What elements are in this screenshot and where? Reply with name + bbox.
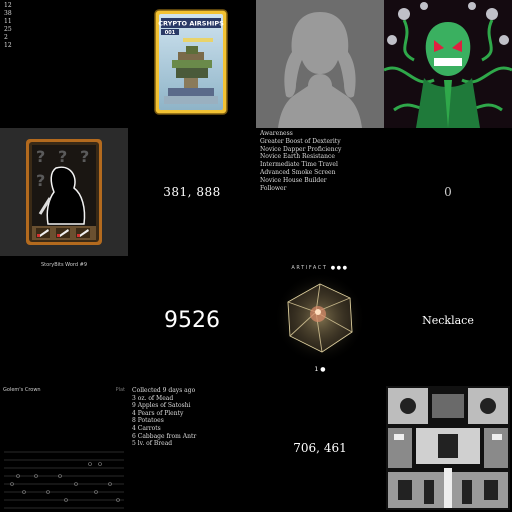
list-number: 2 <box>4 34 8 41</box>
coordinates-tile[interactable]: 706, 461 <box>256 384 384 512</box>
creature-art-tile[interactable] <box>384 0 512 128</box>
airship-title: CRYPTO AIRSHIPS <box>158 20 224 28</box>
inventory-item: 5 lv. of Bread <box>132 440 173 448</box>
avatar-silhouette-icon <box>256 0 384 128</box>
coordinates-tile[interactable]: 381, 888 <box>128 128 256 256</box>
numbers-list-tile[interactable]: 12 38 11 25 2 12 <box>0 0 128 128</box>
coordinates-value: 706, 461 <box>293 441 347 455</box>
svg-text:?: ? <box>36 147 45 166</box>
zero-value: 0 <box>444 185 452 199</box>
storybits-card-image: ??? ? <box>0 128 128 256</box>
skill-item: Intermediate Time Travel <box>260 161 338 169</box>
necklace-tile[interactable]: Necklace <box>384 256 512 384</box>
artifact-crystal-image <box>274 272 366 364</box>
golem-grid-image <box>4 451 124 509</box>
inventory-item: Collected 9 days ago <box>132 387 196 394</box>
creature-art-image <box>384 0 512 128</box>
svg-text:?: ? <box>58 147 67 166</box>
inventory-item: 4 Carrots <box>132 424 161 432</box>
inventory-list-tile[interactable]: Collected 9 days ago 3 oz. of Mead 9 App… <box>128 384 256 512</box>
list-number: 12 <box>4 42 12 49</box>
list-number: 12 <box>4 2 12 9</box>
storybits-caption: StoryBits Word #9 <box>41 262 87 268</box>
golems-crown-tile[interactable]: Golem's Crown Plat <box>0 384 128 512</box>
artifact-indicator-icon: ● <box>318 366 326 373</box>
skill-item: Awareness <box>260 130 293 137</box>
big-number-tile[interactable]: 9526 <box>128 256 256 384</box>
skill-item: Novice House Builder <box>260 176 327 184</box>
avatar-placeholder-tile[interactable] <box>256 0 384 128</box>
inventory-item: 9 Apples of Satoshi <box>132 402 191 410</box>
storybits-caption-tile[interactable]: StoryBits Word #9 <box>0 256 128 384</box>
artifact-tile[interactable]: ARTIFACT ●●● 1 ● <box>256 256 384 384</box>
skill-item: Novice Dapper Proficiency <box>260 145 342 153</box>
list-number: 38 <box>4 10 12 17</box>
storybits-card-tile[interactable]: ??? ? <box>0 128 128 256</box>
skill-item: Greater Boost of Dexterity <box>260 137 341 145</box>
list-number: 11 <box>4 18 12 25</box>
inventory-item: 4 Pears of Plenty <box>132 409 184 417</box>
skill-item: Follower <box>260 184 287 192</box>
svg-text:?: ? <box>80 147 89 166</box>
zero-value-tile[interactable]: 0 <box>384 128 512 256</box>
big-number-value: 9526 <box>164 307 220 333</box>
crypto-airships-card-tile[interactable]: CRYPTO AIRSHIPS 001 <box>128 0 256 128</box>
skill-item: Advanced Smoke Screen <box>260 168 336 176</box>
coordinates-value: 381, 888 <box>163 185 221 199</box>
inventory-item: 6 Cabbage from Antr <box>132 432 197 440</box>
airship-number: 001 <box>165 30 176 36</box>
collage-art-tile[interactable] <box>384 384 512 512</box>
inventory-item: 8 Potatoes <box>132 417 164 425</box>
inventory-item: 3 oz. of Mead <box>132 394 174 402</box>
skill-item: Novice Earth Resistance <box>260 153 335 161</box>
svg-text:?: ? <box>36 171 45 190</box>
necklace-label: Necklace <box>422 313 474 327</box>
crypto-airships-card-image: CRYPTO AIRSHIPS 001 <box>154 9 228 115</box>
collage-art-image <box>386 386 510 510</box>
skills-list-tile[interactable]: Awareness Greater Boost of Dexterity Nov… <box>256 128 384 256</box>
list-number: 25 <box>4 26 12 33</box>
